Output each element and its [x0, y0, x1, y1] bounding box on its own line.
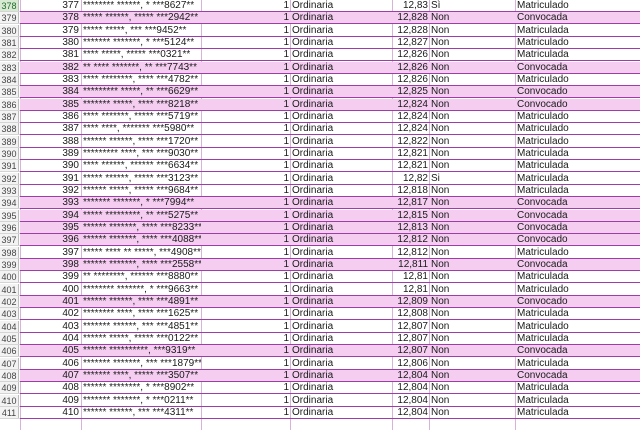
table-row: 406 405 ****** **********, ***9319** 1 Ordin… [0, 345, 640, 358]
table-row: 407 406 ******* *******, *** ***1879** 1 Ord… [0, 357, 640, 370]
table-row: 397 396 ****** *******, **** ***4088** 1 Ord… [0, 234, 640, 247]
spreadsheet-grid[interactable]: 378 377 ******** ******, * ***8627** 1 Ordin… [0, 0, 640, 430]
table-row: 395 394 ***** *********, ** ***5275** 1 Ordi… [0, 209, 640, 222]
table-row: 411 410 ****** ******, *** ***4311** 1 Ordin… [0, 406, 640, 419]
table-row: 392 391 ***** ******, ***** ***3123** 1 Ordi… [0, 172, 640, 185]
row-header-gridline [0, 417, 20, 419]
table-row: 401 400 ******** *******, * ***9663** 1 Ordi… [0, 283, 640, 296]
table-row: 394 393 ******* *******, * ***7994** 1 Ordin… [0, 197, 640, 210]
table-row: 396 395 ****** *******, **** ***8233** 1 Ord… [0, 221, 640, 234]
table-row: 384 383 **** ********, **** ***4782** 1 Ordi… [0, 73, 640, 86]
table-row: 409 408 ****** ********, * ***8902** 1 Ordin… [0, 382, 640, 395]
table-row: 386 385 ******* *****, **** ***8218** 1 Ordi… [0, 98, 640, 111]
table-row: 382 381 **** *****, ***** ***0321** 1 Ordina… [0, 49, 640, 62]
table-row: 389 388 ****** ******, **** ***1720** 1 Ordi… [0, 135, 640, 148]
table-row: 385 384 ********* *****, ** ***6629** 1 Ordi… [0, 86, 640, 99]
table-row: 408 407 ******* ****, ***** ***3507** 1 Ordi… [0, 369, 640, 382]
table-row: 404 403 ******* ******, *** ***4851** 1 Ordi… [0, 320, 640, 333]
table-row: 403 402 ******** ****, **** ***1625** 1 Ordi… [0, 308, 640, 321]
table-row: 380 379 ***** *****, *** ***9452** 1 Ordinar… [0, 24, 640, 37]
table-row: 393 392 ****** *****, ***** ***9684** 1 Ordi… [0, 184, 640, 197]
table-row: 383 382 ** **** *******, ** ***7743** 1 Ordi… [0, 61, 640, 74]
row-gridline [20, 417, 640, 419]
table-row: 381 380 ******* *******, * ***5124** 1 Ordin… [0, 36, 640, 49]
table-row: 405 404 ****** *****, ***** ***0122** 1 Ordi… [0, 332, 640, 345]
table-row: 390 389 ********* ****, *** ***9030** 1 Ordi… [0, 147, 640, 160]
table-row: 398 397 ***** **** ** *****, ***4908** 1 Ord… [0, 246, 640, 259]
table-row: 399 398 ****** *******, **** ***2558** 1 Ord… [0, 258, 640, 271]
table-row: 379 378 ***** ******, ***** ***2942** 1 Ordi… [0, 12, 640, 25]
table-row: 387 386 **** *******, ***** ***5719** 1 Ordi… [0, 110, 640, 123]
table-row: 402 401 ****** ******, **** ***4891** 1 Ordi… [0, 295, 640, 308]
table-row: 388 387 **** ****, ******* ***5980** 1 Ordin… [0, 123, 640, 136]
table-row: 410 409 ******* *******, * ***0211** 1 Ordin… [0, 394, 640, 407]
table-row: 400 399 ** ********, ****** ***8880** 1 Ordi… [0, 271, 640, 284]
table-row: 391 390 **** ******, ****** ***6634** 1 Ordi… [0, 160, 640, 173]
table-row: 378 377 ******** ******, * ***8627** 1 Ordin… [0, 0, 640, 12]
